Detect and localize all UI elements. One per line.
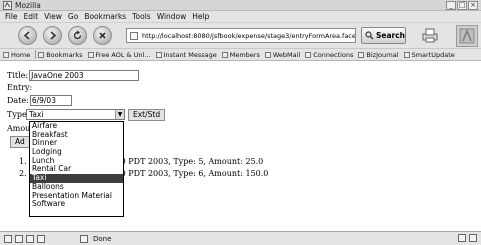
address-book-icon[interactable] bbox=[37, 234, 45, 243]
type-select-value: Taxi bbox=[29, 110, 44, 119]
bookmarks-icon bbox=[38, 51, 45, 58]
forward-button[interactable] bbox=[43, 26, 62, 45]
menu-go[interactable]: Go bbox=[65, 12, 81, 21]
search-label: Search bbox=[375, 31, 405, 40]
print-icon[interactable] bbox=[420, 27, 440, 44]
bookmark-free-aol[interactable]: Free AOL & Unl... bbox=[87, 51, 154, 59]
bookmark-bookmarks[interactable]: Bookmarks bbox=[38, 51, 85, 59]
bookmark-separator bbox=[35, 50, 37, 59]
mail-icon[interactable] bbox=[15, 234, 23, 243]
menu-bookmarks[interactable]: Bookmarks bbox=[81, 12, 129, 21]
throbber-icon bbox=[456, 25, 478, 47]
date-input[interactable]: 6/9/03 bbox=[29, 95, 72, 106]
back-icon bbox=[23, 31, 30, 40]
reload-button[interactable] bbox=[68, 26, 87, 45]
bookmark-webmail[interactable]: WebMail bbox=[264, 51, 303, 59]
chevron-down-icon[interactable]: ▼ bbox=[115, 110, 124, 119]
title-input[interactable]: JavaOne 2003 bbox=[29, 70, 140, 81]
mozilla-icon bbox=[3, 1, 12, 10]
status-bar: Done bbox=[0, 231, 481, 245]
maximize-button[interactable]: □ bbox=[457, 1, 467, 10]
bookmarks-toolbar: Home Bookmarks Free AOL & Unl... Instant… bbox=[0, 49, 481, 61]
lock-icon bbox=[469, 234, 477, 242]
menu-help[interactable]: Help bbox=[189, 12, 212, 21]
bookmark-smartupdate[interactable]: SmartUpdate bbox=[403, 51, 458, 59]
title-label: Title: bbox=[7, 71, 29, 80]
home-icon bbox=[3, 51, 9, 58]
amount-label: Amou bbox=[7, 124, 31, 133]
search-button[interactable]: Search bbox=[361, 27, 406, 44]
stop-icon bbox=[99, 32, 106, 39]
address-bar[interactable]: http://localhost:8080/jsfbook/expense/st… bbox=[126, 28, 356, 43]
bookmark-icon bbox=[403, 51, 410, 58]
bookmark-icon bbox=[87, 51, 94, 58]
type-dropdown-list: Airfare Breakfast Dinner Lodging Lunch R… bbox=[29, 121, 124, 217]
ext-std-button[interactable]: Ext/Std bbox=[128, 109, 166, 121]
bookmark-icon bbox=[155, 51, 162, 58]
bookmark-home[interactable]: Home bbox=[3, 51, 33, 59]
address-url: http://localhost:8080/jsfbook/expense/st… bbox=[142, 31, 356, 40]
page-icon bbox=[130, 32, 138, 40]
search-icon bbox=[365, 31, 374, 40]
menu-window[interactable]: Window bbox=[154, 12, 190, 21]
online-icon bbox=[458, 234, 466, 242]
add-button[interactable]: Ad bbox=[10, 136, 30, 148]
bookmark-icon bbox=[358, 51, 365, 58]
security-icon bbox=[80, 234, 88, 243]
status-text: Done bbox=[93, 234, 112, 243]
bookmark-icon bbox=[221, 51, 228, 58]
type-option-software[interactable]: Software bbox=[30, 199, 123, 209]
reload-icon bbox=[73, 30, 82, 40]
bookmark-icon bbox=[264, 51, 271, 58]
entry-label: Entry: bbox=[7, 83, 33, 92]
composer-icon[interactable] bbox=[26, 234, 34, 243]
date-label: Date: bbox=[7, 96, 29, 105]
menu-view[interactable]: View bbox=[41, 12, 65, 21]
navigation-toolbar: http://localhost:8080/jsfbook/expense/st… bbox=[0, 23, 481, 49]
title-bar: Mozilla _ □ × bbox=[0, 0, 481, 11]
bookmark-icon bbox=[305, 51, 312, 58]
stop-button[interactable] bbox=[93, 26, 112, 45]
bookmark-instant-message[interactable]: Instant Message bbox=[155, 51, 220, 59]
menu-bar: File Edit View Go Bookmarks Tools Window… bbox=[0, 11, 481, 23]
menu-file[interactable]: File bbox=[2, 12, 21, 21]
bookmark-connections[interactable]: Connections bbox=[305, 51, 356, 59]
menu-edit[interactable]: Edit bbox=[21, 12, 42, 21]
navigator-icon[interactable] bbox=[4, 234, 12, 243]
page-content: Title: JavaOne 2003 Entry: Date: 6/9/03 … bbox=[0, 63, 481, 231]
menu-tools[interactable]: Tools bbox=[129, 12, 153, 21]
forward-icon bbox=[50, 31, 57, 40]
back-button[interactable] bbox=[18, 26, 37, 45]
close-button[interactable]: × bbox=[468, 1, 478, 10]
bookmark-members[interactable]: Members bbox=[221, 51, 263, 59]
type-select[interactable]: Taxi ▼ bbox=[26, 109, 125, 120]
bookmark-bizjournal[interactable]: BizJournal bbox=[358, 51, 401, 59]
window-title: Mozilla bbox=[15, 1, 41, 10]
browser-chrome: Mozilla _ □ × File Edit View Go Bookmark… bbox=[0, 0, 481, 61]
minimize-button[interactable]: _ bbox=[446, 1, 456, 10]
